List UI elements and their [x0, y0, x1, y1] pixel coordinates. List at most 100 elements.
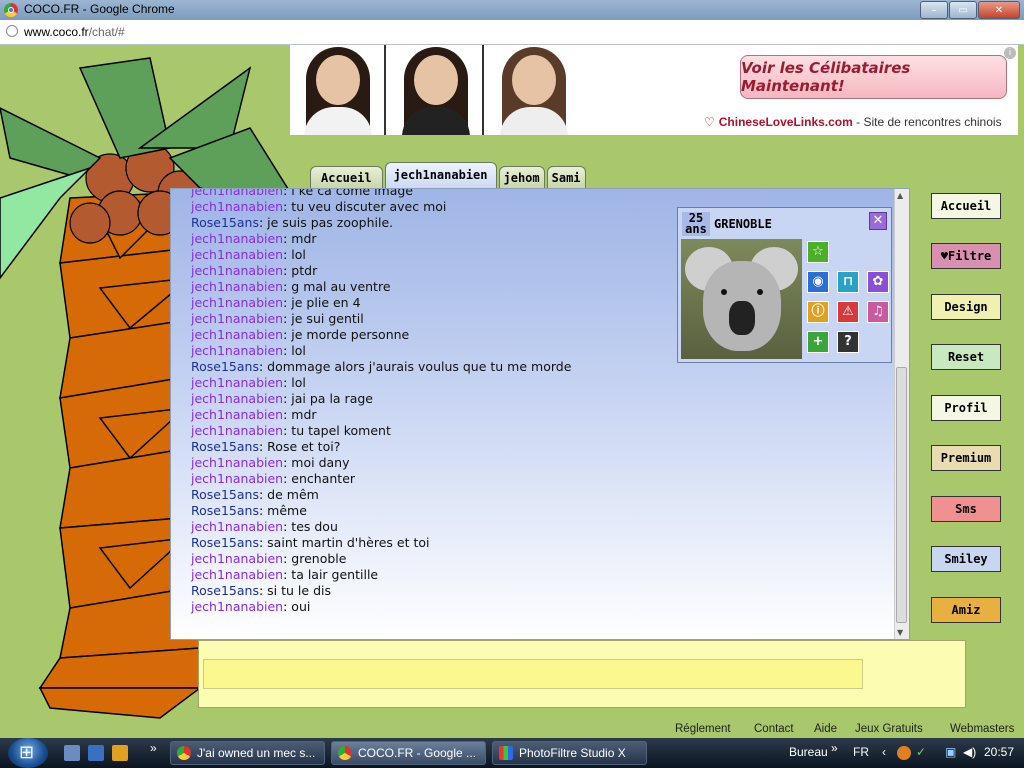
message-nick[interactable]: jech1nanabien [191, 343, 283, 358]
nav-premium-button[interactable]: Premium [931, 445, 1001, 471]
message-nick[interactable]: Rose15ans [191, 439, 259, 454]
message-nick[interactable]: Rose15ans [191, 359, 259, 374]
ad-cta-button[interactable]: Voir les Célibataires Maintenant! [740, 55, 1007, 99]
message-nick[interactable]: jech1nanabien [191, 471, 283, 486]
minimize-button[interactable]: – [920, 1, 948, 19]
ad-info-icon[interactable]: i [1004, 47, 1016, 59]
taskbar-button-owned[interactable]: J'ai owned un mec s... [170, 741, 325, 765]
message-nick[interactable]: jech1nanabien [191, 455, 283, 470]
message-nick[interactable]: jech1nanabien [191, 391, 283, 406]
nav-sms-button[interactable]: Sms [931, 496, 1001, 522]
message-text: dommage alors j'aurais voulus que tu me … [267, 359, 572, 374]
message-text: i ke ca come image [291, 188, 414, 198]
message-nick[interactable]: Rose15ans [191, 535, 259, 550]
switch-windows-icon[interactable] [88, 745, 104, 761]
nav-smiley-button[interactable]: Smiley [931, 546, 1001, 572]
quicklaunch-chevron-icon[interactable]: » [150, 741, 157, 755]
tab-jehom[interactable]: jehom [498, 166, 545, 188]
warning-icon[interactable]: ⚠ [837, 301, 859, 323]
tab-accueil[interactable]: Accueil [310, 166, 383, 188]
message-text: mdr [291, 231, 317, 246]
language-indicator[interactable]: FR [853, 745, 869, 759]
message-row: Rose15ans: Rose et toi? [191, 439, 341, 454]
ad-brand[interactable]: ♡ ChineseLoveLinks.com - Site de rencontr… [704, 115, 1002, 129]
flower-icon[interactable]: ✿ [867, 271, 889, 293]
message-nick[interactable]: jech1nanabien [191, 311, 283, 326]
maximize-button[interactable]: ▭ [949, 1, 977, 19]
message-nick[interactable]: jech1nanabien [191, 567, 283, 582]
tray-app-icon[interactable] [897, 746, 911, 760]
close-window-button[interactable]: ✕ [978, 1, 1020, 19]
scroll-thumb[interactable] [896, 367, 907, 623]
bureau-chevron-icon[interactable]: » [831, 741, 838, 755]
nav-reset-button[interactable]: Reset [931, 344, 1001, 370]
nav-design-button[interactable]: Design [931, 294, 1001, 320]
tab-jech1nanabien[interactable]: jech1nanabien [384, 162, 497, 188]
url-field[interactable]: www.coco.fr/chat/# [24, 25, 125, 39]
taskbar-button-photofiltre[interactable]: PhotoFiltre Studio X [492, 741, 647, 765]
message-nick[interactable]: jech1nanabien [191, 231, 283, 246]
add-icon[interactable]: + [807, 331, 829, 353]
ad-photo-1[interactable] [290, 45, 386, 135]
message-nick[interactable]: jech1nanabien [191, 189, 283, 198]
message-text: tes dou [291, 519, 338, 534]
message-nick[interactable]: jech1nanabien [191, 551, 283, 566]
footer-link-contact[interactable]: Contact [754, 723, 794, 735]
message-nick[interactable]: jech1nanabien [191, 407, 283, 422]
footer-link-reglement[interactable]: Réglement [675, 723, 731, 735]
tray-expand-icon[interactable]: ‹ [882, 745, 886, 759]
message-nick[interactable]: jech1nanabien [191, 279, 283, 294]
nav-accueil-button[interactable]: Accueil [931, 193, 1001, 219]
message-nick[interactable]: jech1nanabien [191, 263, 283, 278]
bureau-toolbar[interactable]: Bureau [789, 745, 828, 759]
close-profile-button[interactable]: ✕ [869, 212, 887, 230]
nav-amiz-button[interactable]: Amiz [931, 597, 1001, 623]
show-desktop-icon[interactable] [64, 745, 80, 761]
ad-photo-3[interactable] [486, 45, 582, 135]
message-nick[interactable]: jech1nanabien [191, 199, 283, 214]
message-nick[interactable]: Rose15ans [191, 583, 259, 598]
help-icon[interactable]: ? [837, 331, 859, 353]
volume-icon[interactable]: ◀) [963, 745, 976, 759]
message-row: jech1nanabien: ta lair gentille [191, 567, 379, 582]
nav-filtre-button[interactable]: ♥Filtre [931, 243, 1001, 269]
message-input[interactable] [203, 659, 863, 689]
info-icon[interactable]: ⓘ [807, 301, 829, 323]
message-nick[interactable]: jech1nanabien [191, 375, 283, 390]
message-row: jech1nanabien: enchanter [191, 471, 356, 486]
tab-sami[interactable]: Sami [546, 166, 586, 188]
footer-link-webmasters[interactable]: Webmasters [950, 723, 1014, 735]
address-bar[interactable]: www.coco.fr/chat/# [0, 20, 1024, 45]
message-nick[interactable]: Rose15ans [191, 487, 259, 502]
ad-photo-2[interactable] [388, 45, 484, 135]
star-icon[interactable]: ☆ [807, 241, 829, 263]
message-text: même [267, 503, 307, 518]
scroll-up-icon[interactable]: ▲ [897, 191, 903, 200]
network-icon[interactable]: ▣ [945, 745, 956, 759]
profile-photo[interactable] [681, 239, 802, 359]
media-player-icon[interactable] [112, 745, 128, 761]
footer-link-jeux-gratuits[interactable]: Jeux Gratuits [855, 723, 923, 735]
message-nick[interactable]: Rose15ans [191, 503, 259, 518]
nav-profil-button[interactable]: Profil [931, 395, 1001, 421]
message-nick[interactable]: jech1nanabien [191, 295, 283, 310]
scroll-down-icon[interactable]: ▼ [897, 628, 903, 637]
message-text: g mal au ventre [291, 279, 391, 294]
message-nick[interactable]: jech1nanabien [191, 423, 283, 438]
message-nick[interactable]: Rose15ans [191, 215, 259, 230]
start-button[interactable] [8, 738, 48, 768]
tray-check-icon[interactable]: ✓ [916, 745, 926, 759]
message-nick[interactable]: jech1nanabien [191, 519, 283, 534]
footer-link-aide[interactable]: Aide [814, 723, 837, 735]
ad-banner[interactable]: Voir les Célibataires Maintenant! i ♡ Chi… [290, 45, 1018, 135]
taskbar-button-label: PhotoFiltre Studio X [519, 746, 626, 760]
microphone-icon[interactable]: ♫ [867, 301, 889, 323]
chat-scrollbar[interactable]: ▲ ▼ [894, 189, 909, 639]
message-nick[interactable]: jech1nanabien [191, 247, 283, 262]
message-nick[interactable]: jech1nanabien [191, 327, 283, 342]
taskbar-button-coco[interactable]: COCO.FR - Google ... [331, 741, 486, 765]
clock[interactable]: 20:57 [984, 745, 1014, 759]
message-nick[interactable]: jech1nanabien [191, 599, 283, 614]
webcam-icon[interactable]: ◉ [807, 271, 829, 293]
car-icon[interactable]: ⊓ [837, 271, 859, 293]
